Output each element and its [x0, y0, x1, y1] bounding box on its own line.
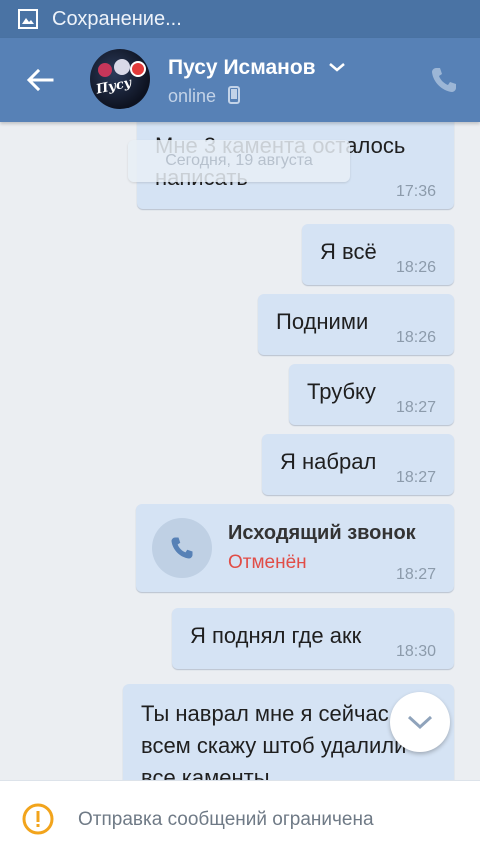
phone-icon — [171, 537, 193, 559]
message-time: 17:36 — [395, 183, 436, 200]
message-text: Ты наврал мне я сейчас всем скажу штоб у… — [141, 698, 406, 780]
chat-header: Пусу Пусу Исманов online — [0, 38, 480, 122]
message-bubble[interactable]: Я набрал 18:27 — [262, 434, 454, 495]
message-bubble[interactable]: Подними 18:26 — [258, 294, 454, 355]
message-bubble[interactable]: Я всё 18:26 — [302, 224, 454, 285]
message-time: 18:27 — [395, 469, 436, 486]
message-text-line: все каменты — [141, 765, 270, 780]
message-time: 18:30 — [395, 643, 436, 660]
message-text: Трубку — [307, 379, 376, 404]
chevron-down-icon — [407, 715, 433, 730]
date-separator: Сегодня, 19 августа — [128, 140, 350, 182]
message-text-line: всем скажу штоб удалили — [141, 733, 407, 758]
call-title: Исходящий звонок — [228, 522, 416, 544]
warning-icon — [22, 803, 54, 835]
chevron-down-icon[interactable] — [328, 60, 346, 74]
online-status: online — [168, 86, 217, 106]
phone-device-icon — [228, 86, 240, 104]
message-text: Я набрал — [280, 449, 377, 474]
message-time: 18:27 — [395, 566, 436, 583]
scroll-down-button[interactable] — [390, 692, 450, 752]
arrow-left-icon — [26, 68, 54, 92]
image-icon — [18, 9, 38, 29]
message-list[interactable]: Мне 3 камента осталось написать 17:36 Се… — [0, 122, 480, 780]
phone-icon[interactable] — [428, 64, 460, 96]
message-bubble[interactable]: Трубку 18:27 — [289, 364, 454, 425]
message-time: 18:26 — [395, 259, 436, 276]
avatar-logo-text: Пусу — [94, 75, 133, 98]
message-text: Я всё — [320, 239, 377, 264]
message-text: Я поднял где акк — [190, 623, 362, 648]
call-message-bubble[interactable]: Исходящий звонок Отменён 18:27 — [136, 504, 454, 592]
call-icon-circle — [152, 518, 212, 578]
message-text-line: Ты наврал мне я сейчас — [141, 701, 389, 726]
message-time: 18:26 — [395, 329, 436, 346]
status-bar: Сохранение... — [0, 0, 480, 38]
avatar-decoration — [98, 63, 112, 77]
restriction-footer: Отправка сообщений ограничена — [0, 780, 480, 854]
message-time: 18:27 — [395, 399, 436, 416]
avatar-decoration — [130, 61, 146, 77]
call-status: Отменён — [228, 552, 307, 573]
message-text: Подними — [276, 309, 369, 334]
back-button[interactable] — [20, 62, 60, 98]
status-bar-text: Сохранение... — [52, 7, 182, 30]
contact-name[interactable]: Пусу Исманов — [168, 56, 316, 80]
avatar[interactable]: Пусу — [90, 49, 150, 109]
message-bubble[interactable]: Я поднял где акк 18:30 — [172, 608, 454, 669]
avatar-decoration — [114, 59, 130, 75]
restriction-message: Отправка сообщений ограничена — [78, 809, 374, 830]
